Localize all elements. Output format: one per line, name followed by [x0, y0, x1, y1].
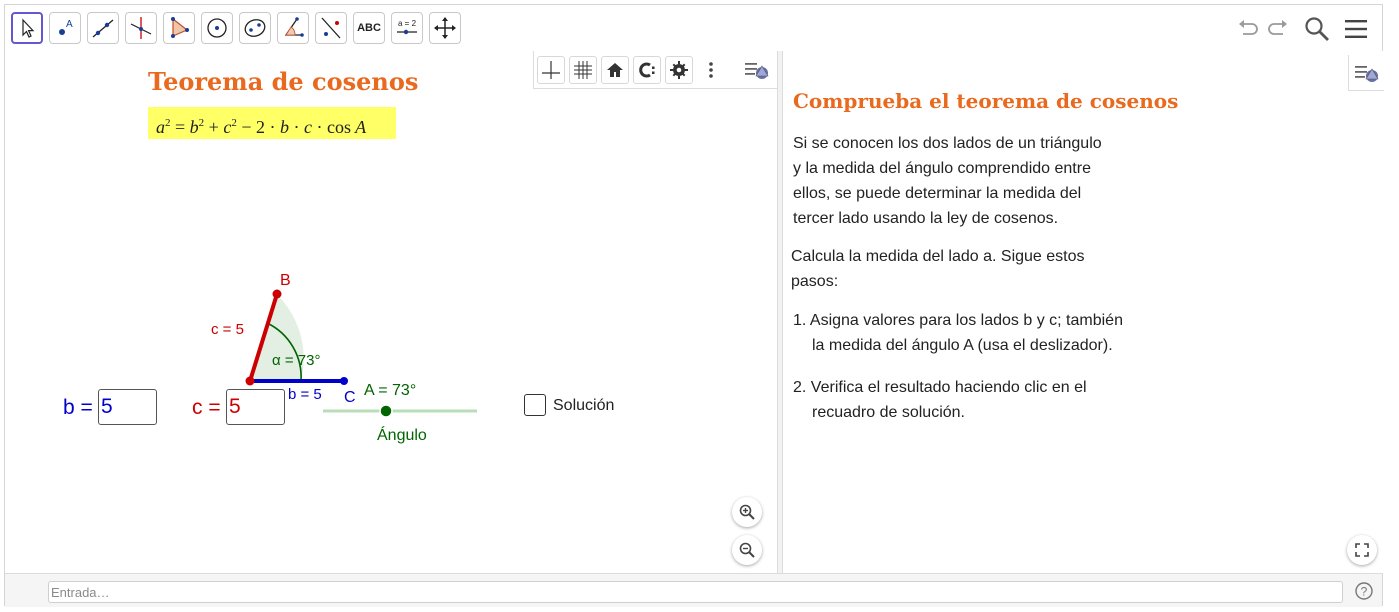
help-icon[interactable]: ?	[1354, 581, 1374, 601]
menu-icon[interactable]	[1342, 15, 1370, 43]
construction-canvas	[245, 289, 477, 418]
polygon-icon	[171, 17, 189, 38]
input-b-field[interactable]: 5	[98, 389, 157, 425]
angle-alpha-label: α = 73°	[272, 352, 321, 369]
toolbar: A ABC a = 2	[5, 5, 1382, 52]
line-tool-button[interactable]	[87, 12, 119, 44]
circle-tool-button[interactable]	[201, 12, 233, 44]
move-graphics-view-tool-button[interactable]	[429, 12, 461, 44]
cursor-arrow-icon	[22, 18, 35, 38]
calc-paragraph: Calcula la medida del lado a. Sigue esto…	[791, 248, 1085, 290]
input-bar: ?	[5, 573, 1382, 607]
search-icon[interactable]	[1303, 15, 1331, 43]
move-tool-button[interactable]	[11, 12, 43, 44]
text-tool-button[interactable]: ABC	[353, 12, 385, 44]
solution-checkbox-label: Solución	[553, 397, 615, 414]
point-icon: A	[59, 19, 73, 35]
fullscreen-icon	[1355, 543, 1369, 557]
svg-text:A: A	[66, 19, 73, 30]
algebra-title: Comprueba el teorema de cosenos	[793, 89, 1179, 113]
vertex-b-label: B	[280, 272, 291, 289]
vertex-a-point[interactable]	[245, 376, 255, 386]
zoom-in-button[interactable]	[732, 497, 762, 527]
reflect-about-line-icon	[321, 17, 341, 39]
fullscreen-button[interactable]	[1347, 535, 1377, 565]
step-1: 1. Asigna valores para los lados b y c; …	[793, 312, 1123, 354]
polygon-tool-button[interactable]	[163, 12, 195, 44]
ellipse-icon	[244, 19, 266, 37]
algebra-view: Comprueba el teorema de cosenos Si se co…	[783, 51, 1384, 573]
zoom-out-button[interactable]	[732, 535, 762, 565]
perpendicular-line-icon	[130, 17, 152, 39]
undo-icon[interactable]	[1235, 15, 1261, 41]
algebra-style-bar-toggle[interactable]	[1348, 55, 1384, 91]
point-tool-button[interactable]: A	[49, 12, 81, 44]
circle-center-point-icon	[207, 18, 227, 38]
vertex-c-label: C	[344, 389, 356, 406]
algebra-input-field[interactable]	[48, 581, 1343, 603]
angle-slider-handle[interactable]	[379, 404, 393, 418]
reflect-tool-button[interactable]	[315, 12, 347, 44]
angle-tool-button[interactable]	[277, 12, 309, 44]
svg-text:?: ?	[1361, 585, 1368, 599]
angle-slider-value-label: A = 73°	[364, 382, 417, 399]
text-icon: ABC	[357, 22, 381, 34]
slider-tool-button[interactable]: a = 2	[391, 12, 423, 44]
redo-icon[interactable]	[1265, 15, 1291, 41]
perpendicular-line-tool-button[interactable]	[125, 12, 157, 44]
zoom-in-icon	[739, 504, 755, 520]
step-2: 2. Verifica el resultado haciendo clic e…	[793, 379, 1087, 421]
vertex-b-point[interactable]	[272, 289, 282, 299]
move-arrows-icon	[434, 17, 456, 39]
side-c-label: c = 5	[211, 321, 244, 338]
solution-checkbox[interactable]	[524, 394, 546, 416]
angle-slider-caption: Ángulo	[377, 427, 427, 444]
side-b-label: b = 5	[288, 386, 322, 403]
input-c-label: c =	[192, 396, 221, 419]
zoom-out-icon	[739, 542, 755, 558]
graphics-view[interactable]: Teorema de cosenos a2 = b2 + c2 − 2 · b …	[5, 51, 777, 573]
angle-icon	[284, 17, 304, 37]
vertex-c-point[interactable]	[340, 377, 348, 385]
line-icon	[92, 19, 114, 38]
intro-paragraph: Si se conocen los dos lados de un triáng…	[793, 135, 1102, 227]
svg-text:a = 2: a = 2	[398, 19, 417, 28]
slider-icon: a = 2	[397, 19, 417, 35]
geogebra-app: A ABC a = 2 Teorema de cosenos a2 = b2 +…	[4, 4, 1384, 607]
toggle-style-bar-icon	[1354, 65, 1379, 82]
input-b-label: b =	[63, 396, 93, 419]
input-c-field[interactable]: 5	[226, 389, 285, 425]
ellipse-tool-button[interactable]	[239, 12, 271, 44]
